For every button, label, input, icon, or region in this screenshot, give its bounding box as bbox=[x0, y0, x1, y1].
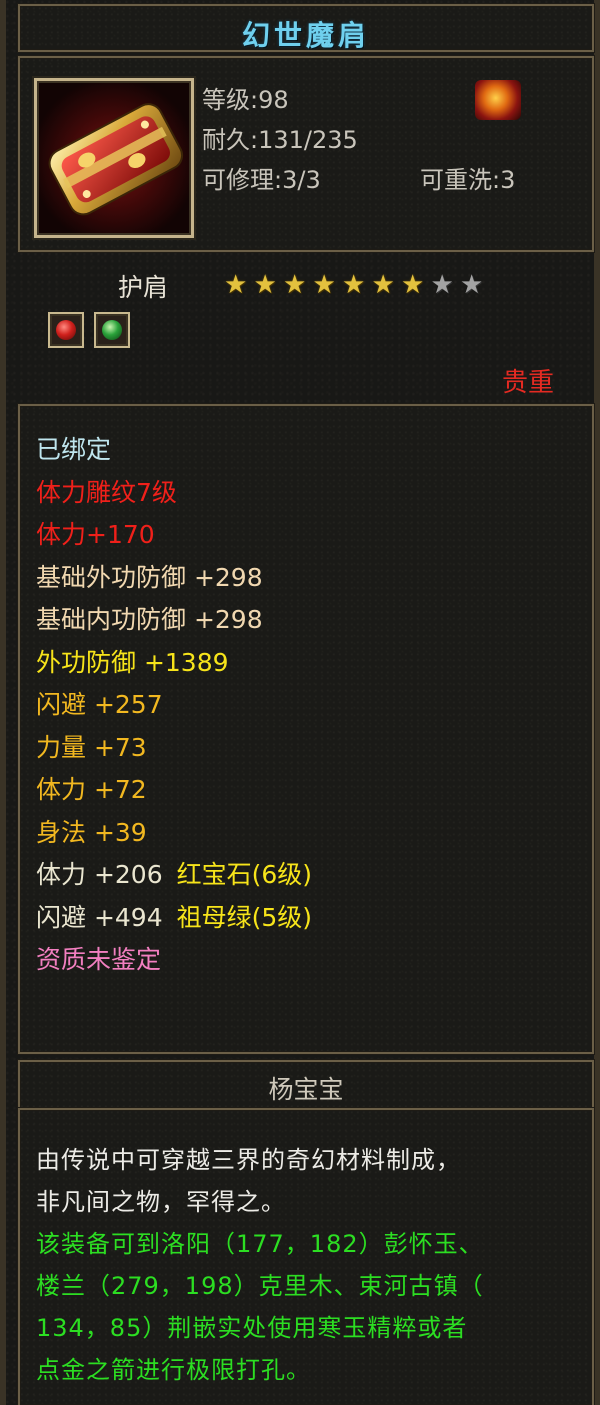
attribute-text: 已绑定 bbox=[36, 435, 112, 464]
item-header-panel: 等级:98 耐久:131/235 可修理:3/3 可重洗:3 bbox=[18, 56, 594, 252]
gem-bonus-text: 祖母绿(5级) bbox=[176, 902, 313, 932]
star-empty-icon: ★ bbox=[430, 270, 454, 300]
level-stat: 等级:98 bbox=[202, 86, 289, 114]
item-type: 护肩 bbox=[118, 273, 169, 302]
attribute-text: 身法 +39 bbox=[36, 817, 147, 847]
attribute-line: 体力 +72 bbox=[36, 770, 147, 806]
attribute-text: 外功防御 +1389 bbox=[36, 647, 229, 677]
star-filled-icon: ★ bbox=[371, 270, 395, 300]
star-filled-icon: ★ bbox=[253, 270, 277, 300]
item-name: 幻世魔肩 bbox=[241, 19, 370, 52]
attribute-line: 力量 +73 bbox=[36, 728, 147, 764]
attribute-text: 体力 +72 bbox=[36, 775, 147, 804]
attribute-line: 资质未鉴定 bbox=[36, 940, 161, 976]
attribute-line: 已绑定 bbox=[36, 430, 111, 466]
shoulder-armor-icon bbox=[48, 103, 184, 216]
rewash-stat: 可重洗:3 bbox=[420, 166, 516, 194]
rarity-label: 贵重 bbox=[502, 368, 555, 398]
description-line: 非凡间之物，罕得之。 bbox=[36, 1188, 286, 1216]
attribute-text: 基础外功防御 +298 bbox=[36, 562, 263, 592]
attribute-text: 力量 +73 bbox=[36, 732, 147, 762]
item-tooltip: 幻世魔肩 等级:98 耐久:131/235 可修理:3/3 可重洗:3 护肩 ★… bbox=[0, 0, 600, 1405]
attribute-line: 基础内功防御 +298 bbox=[36, 600, 263, 636]
description-line: 由传说中可穿越三界的奇幻材料制成， bbox=[36, 1146, 461, 1174]
repairable-stat: 可修理:3/3 bbox=[202, 166, 321, 194]
star-filled-icon: ★ bbox=[401, 270, 425, 300]
star-filled-icon: ★ bbox=[224, 270, 248, 300]
gem-bonus-text: 红宝石(6级) bbox=[176, 860, 313, 889]
attribute-line: 外功防御 +1389 bbox=[36, 643, 229, 679]
maker-panel: 杨宝宝 bbox=[18, 1060, 594, 1108]
hint-line: 该装备可到洛阳（177，182）彭怀玉、 bbox=[36, 1230, 484, 1258]
attribute-text: 基础内功防御 +298 bbox=[36, 605, 263, 634]
maker-name: 杨宝宝 bbox=[268, 1075, 344, 1104]
attribute-line: 闪避 +494 祖母绿(5级) bbox=[36, 898, 312, 934]
ruby-gem-icon[interactable] bbox=[48, 312, 84, 348]
attribute-text: 闪避 +257 bbox=[36, 690, 163, 719]
attribute-line: 身法 +39 bbox=[36, 813, 147, 849]
attribute-text: 体力雕纹7级 bbox=[36, 477, 177, 507]
star-empty-icon: ★ bbox=[460, 270, 484, 300]
flame-emblem-icon bbox=[475, 80, 521, 120]
attribute-text: 体力 +206 bbox=[36, 860, 163, 889]
attribute-line: 基础外功防御 +298 bbox=[36, 558, 263, 594]
emerald-gem-icon[interactable] bbox=[94, 312, 130, 348]
hint-line: 楼兰（279，198）克里木、束河古镇（ bbox=[36, 1272, 484, 1300]
hint-line: 134，85）荆嵌实处使用寒玉精粹或者 bbox=[36, 1314, 468, 1342]
attribute-line: 体力 +206 红宝石(6级) bbox=[36, 855, 312, 891]
attributes-panel: 已绑定体力雕纹7级 体力+170 基础外功防御 +298 基础内功防御 +298 外功防… bbox=[18, 404, 594, 1054]
durability-stat: 耐久:131/235 bbox=[202, 126, 358, 154]
star-filled-icon: ★ bbox=[283, 270, 307, 300]
description-panel: 由传说中可穿越三界的奇幻材料制成， 非凡间之物，罕得之。 该装备可到洛阳（177… bbox=[18, 1108, 594, 1405]
attribute-text: 资质未鉴定 bbox=[36, 945, 162, 974]
attribute-line: 闪避 +257 bbox=[36, 685, 163, 721]
hint-line: 点金之箭进行极限打孔。 bbox=[36, 1356, 311, 1384]
star-filled-icon: ★ bbox=[342, 270, 366, 300]
star-filled-icon: ★ bbox=[312, 270, 336, 300]
attribute-line: 体力+170 bbox=[36, 515, 155, 551]
attribute-line: 体力雕纹7级 bbox=[36, 473, 177, 509]
item-icon-slot bbox=[34, 78, 194, 238]
attribute-text: 体力+170 bbox=[36, 520, 155, 549]
title-bar: 幻世魔肩 bbox=[18, 4, 594, 52]
attribute-text: 闪避 +494 bbox=[36, 902, 163, 932]
